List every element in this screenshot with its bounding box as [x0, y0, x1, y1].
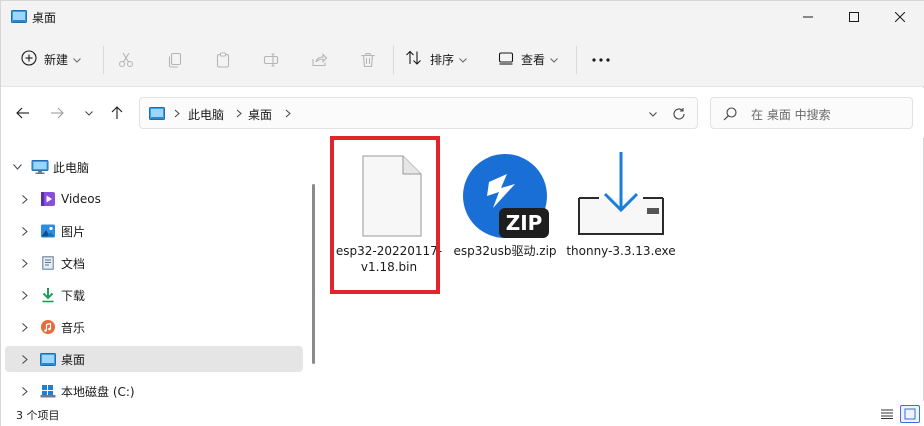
search-placeholder: 在 桌面 中搜索: [751, 108, 831, 122]
address-bar[interactable]: 此电脑 桌面: [139, 97, 698, 129]
file-item[interactable]: thonny-3.3.13.exe: [565, 138, 677, 288]
chevron-right-icon[interactable]: [19, 193, 31, 205]
toolbar-divider: [103, 46, 104, 74]
breadcrumb-chevron-icon[interactable]: [174, 108, 180, 121]
plus-circle-icon: [21, 49, 37, 69]
drive-icon: [39, 383, 57, 399]
up-arrow-icon[interactable]: [106, 102, 128, 124]
rename-icon[interactable]: [258, 47, 284, 73]
search-icon: [722, 106, 738, 122]
large-icons-view-icon[interactable]: [900, 405, 920, 423]
sort-arrows-icon: [405, 50, 423, 69]
chevron-right-icon[interactable]: [19, 225, 31, 237]
sort-button[interactable]: 排序: [405, 44, 467, 74]
copy-icon[interactable]: [162, 47, 188, 73]
recent-locations-chevron-icon[interactable]: [78, 102, 100, 124]
highlight-annotation: [330, 136, 440, 294]
breadcrumb-chevron-icon[interactable]: [236, 108, 242, 121]
sidebar-item-desktop[interactable]: 桌面: [5, 346, 303, 372]
breadcrumb-chevron-icon[interactable]: [285, 108, 291, 121]
view-button-label: 查看: [521, 52, 546, 67]
view-layout-icon: [498, 51, 514, 68]
sidebar-item-label: 音乐: [61, 320, 86, 335]
address-history-chevron-icon[interactable]: [645, 106, 661, 122]
view-button[interactable]: 查看: [498, 44, 558, 74]
sidebar-item-label: 下载: [61, 288, 86, 303]
search-input[interactable]: 在 桌面 中搜索: [710, 97, 913, 129]
breadcrumb-item[interactable]: 桌面: [248, 106, 272, 123]
close-button[interactable]: [877, 1, 923, 33]
sort-button-label: 排序: [430, 52, 455, 67]
installer-icon: [577, 152, 665, 238]
chevron-right-icon[interactable]: [19, 353, 31, 365]
paste-icon[interactable]: [210, 47, 236, 73]
navigation-bar: 此电脑 桌面 在 桌面 中搜索: [1, 88, 924, 138]
item-count: 3 个项目: [16, 409, 60, 422]
navigation-pane: 此电脑 Videos 图片 文档 下载 音乐 桌面 本地磁盘 (C:): [1, 146, 319, 401]
zip-archive-icon: ZIP: [461, 152, 549, 238]
sidebar-item-this-pc[interactable]: 此电脑: [5, 154, 303, 180]
chevron-right-icon[interactable]: [19, 257, 31, 269]
file-name: thonny-3.3.13.exe: [566, 244, 676, 258]
file-item[interactable]: ZIP esp32usb驱动.zip: [449, 138, 561, 288]
sidebar-item-label: 此电脑: [53, 160, 90, 175]
sidebar-item-documents[interactable]: 文档: [5, 250, 303, 276]
chevron-right-icon[interactable]: [19, 385, 31, 397]
minimize-button[interactable]: [785, 1, 831, 33]
computer-icon: [31, 159, 49, 175]
videos-icon: [39, 191, 57, 207]
sidebar-item-downloads[interactable]: 下载: [5, 282, 303, 308]
window-title: 桌面: [32, 11, 57, 25]
desktop-icon: [39, 351, 57, 367]
sidebar-item-pictures[interactable]: 图片: [5, 218, 303, 244]
sidebar-item-label: 本地磁盘 (C:): [61, 384, 135, 399]
new-button[interactable]: 新建: [13, 44, 95, 74]
sidebar-item-music[interactable]: 音乐: [5, 314, 303, 340]
chevron-down-icon[interactable]: [11, 161, 23, 173]
new-button-label: 新建: [44, 52, 69, 67]
downloads-icon: [39, 287, 57, 303]
command-bar: 新建 排序 查看: [1, 33, 924, 87]
chevron-right-icon[interactable]: [19, 289, 31, 301]
sidebar-item-label: 桌面: [61, 352, 86, 367]
sidebar-scrollbar[interactable]: [312, 184, 315, 364]
documents-icon: [39, 255, 57, 271]
toolbar-divider: [393, 46, 394, 74]
share-icon[interactable]: [306, 47, 332, 73]
file-name: esp32usb驱动.zip: [453, 244, 557, 258]
toolbar-divider: [576, 46, 577, 74]
chevron-down-icon: [550, 52, 558, 66]
svg-text:ZIP: ZIP: [506, 211, 543, 235]
music-icon: [39, 319, 57, 335]
sidebar-item-videos[interactable]: Videos: [5, 186, 303, 212]
sidebar-item-label: Videos: [61, 192, 101, 206]
details-view-icon[interactable]: [877, 405, 897, 423]
forward-arrow-icon[interactable]: [46, 102, 68, 124]
refresh-icon[interactable]: [670, 105, 688, 123]
chevron-down-icon: [73, 52, 81, 66]
desktop-folder-icon: [11, 10, 27, 23]
sidebar-item-label: 文档: [61, 256, 86, 271]
maximize-button[interactable]: [831, 1, 877, 33]
delete-icon[interactable]: [355, 47, 381, 73]
back-arrow-icon[interactable]: [12, 102, 34, 124]
title-bar: 桌面: [1, 1, 924, 33]
status-bar: 3 个项目: [1, 401, 924, 426]
breadcrumb-item[interactable]: 此电脑: [188, 106, 224, 123]
sidebar-item-label: 图片: [61, 224, 86, 239]
cut-icon[interactable]: [113, 47, 139, 73]
chevron-down-icon: [459, 52, 467, 66]
chevron-right-icon[interactable]: [19, 321, 31, 333]
pictures-icon: [39, 223, 57, 239]
explorer-window: 桌面 新建 排序 查看 此电脑 桌面 在 桌面 中搜索 此电脑 Videos 图…: [0, 0, 924, 426]
more-options-icon[interactable]: [587, 47, 615, 73]
desktop-folder-icon: [149, 107, 165, 120]
